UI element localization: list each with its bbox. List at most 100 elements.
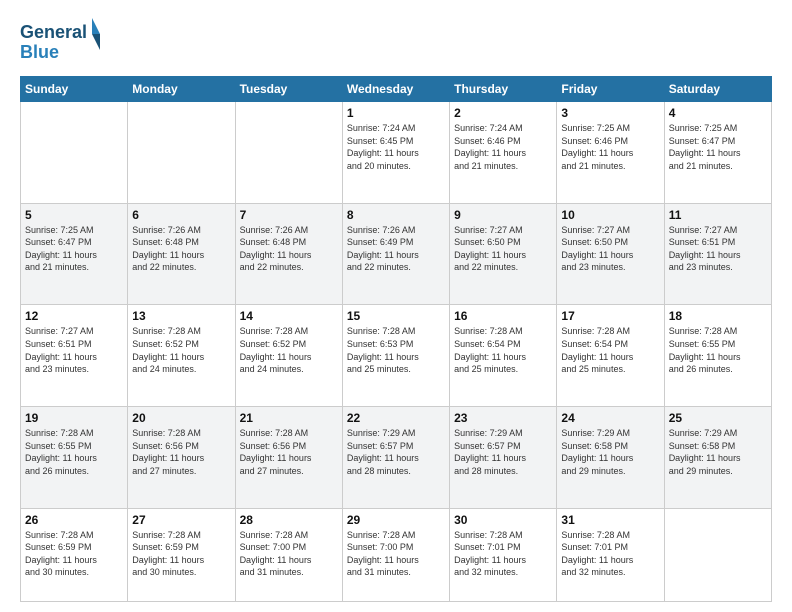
day-number: 10 — [561, 208, 659, 222]
day-info: Sunrise: 7:28 AMSunset: 6:54 PMDaylight:… — [561, 325, 659, 375]
day-info: Sunrise: 7:27 AMSunset: 6:50 PMDaylight:… — [561, 224, 659, 274]
day-info: Sunrise: 7:28 AMSunset: 7:01 PMDaylight:… — [454, 529, 552, 579]
calendar-cell: 29 Sunrise: 7:28 AMSunset: 7:00 PMDayligh… — [342, 508, 449, 601]
day-info: Sunrise: 7:26 AMSunset: 6:48 PMDaylight:… — [132, 224, 230, 274]
calendar-cell: 18 Sunrise: 7:28 AMSunset: 6:55 PMDayligh… — [664, 305, 771, 407]
calendar-cell: 27 Sunrise: 7:28 AMSunset: 6:59 PMDayligh… — [128, 508, 235, 601]
day-info: Sunrise: 7:26 AMSunset: 6:48 PMDaylight:… — [240, 224, 338, 274]
day-info: Sunrise: 7:25 AMSunset: 6:47 PMDaylight:… — [25, 224, 123, 274]
day-number: 31 — [561, 513, 659, 527]
calendar-header-tuesday: Tuesday — [235, 77, 342, 102]
day-info: Sunrise: 7:27 AMSunset: 6:51 PMDaylight:… — [669, 224, 767, 274]
day-info: Sunrise: 7:27 AMSunset: 6:50 PMDaylight:… — [454, 224, 552, 274]
calendar-header-thursday: Thursday — [450, 77, 557, 102]
calendar-cell: 30 Sunrise: 7:28 AMSunset: 7:01 PMDayligh… — [450, 508, 557, 601]
calendar-cell: 26Sunrise: 7:28 AMSunset: 6:59 PMDayligh… — [21, 508, 128, 601]
calendar-cell: 15 Sunrise: 7:28 AMSunset: 6:53 PMDayligh… — [342, 305, 449, 407]
calendar-cell: 12 Sunrise: 7:27 AMSunset: 6:51 PMDayligh… — [21, 305, 128, 407]
day-info: Sunrise: 7:28 AMSunset: 6:55 PMDaylight:… — [669, 325, 767, 375]
day-number: 20 — [132, 411, 230, 425]
day-number: 7 — [240, 208, 338, 222]
calendar-cell — [128, 102, 235, 204]
day-number: 18 — [669, 309, 767, 323]
calendar-week-row: 19 Sunrise: 7:28 AMSunset: 6:55 PMDayligh… — [21, 407, 772, 509]
day-info: Sunrise: 7:28 AMSunset: 7:00 PMDaylight:… — [240, 529, 338, 579]
calendar-cell: 31 Sunrise: 7:28 AMSunset: 7:01 PMDayligh… — [557, 508, 664, 601]
day-info: Sunrise: 7:28 AMSunset: 7:00 PMDaylight:… — [347, 529, 445, 579]
day-number: 16 — [454, 309, 552, 323]
calendar-cell: 11 Sunrise: 7:27 AMSunset: 6:51 PMDayligh… — [664, 203, 771, 305]
day-info: Sunrise: 7:28 AMSunset: 6:53 PMDaylight:… — [347, 325, 445, 375]
day-number: 30 — [454, 513, 552, 527]
calendar-cell: 22 Sunrise: 7:29 AMSunset: 6:57 PMDayligh… — [342, 407, 449, 509]
day-number: 6 — [132, 208, 230, 222]
calendar-cell: 1 Sunrise: 7:24 AMSunset: 6:45 PMDaylight… — [342, 102, 449, 204]
day-number: 28 — [240, 513, 338, 527]
calendar-header-friday: Friday — [557, 77, 664, 102]
svg-text:General: General — [20, 22, 87, 42]
day-info: Sunrise: 7:27 AMSunset: 6:51 PMDaylight:… — [25, 325, 123, 375]
day-number: 14 — [240, 309, 338, 323]
day-info: Sunrise: 7:28 AMSunset: 6:59 PMDaylight:… — [25, 529, 123, 579]
calendar-cell: 9 Sunrise: 7:27 AMSunset: 6:50 PMDaylight… — [450, 203, 557, 305]
day-number: 27 — [132, 513, 230, 527]
day-info: Sunrise: 7:25 AMSunset: 6:47 PMDaylight:… — [669, 122, 767, 172]
calendar-week-row: 12 Sunrise: 7:27 AMSunset: 6:51 PMDayligh… — [21, 305, 772, 407]
day-info: Sunrise: 7:29 AMSunset: 6:58 PMDaylight:… — [561, 427, 659, 477]
calendar-cell: 16Sunrise: 7:28 AMSunset: 6:54 PMDayligh… — [450, 305, 557, 407]
calendar-cell: 17 Sunrise: 7:28 AMSunset: 6:54 PMDayligh… — [557, 305, 664, 407]
day-number: 3 — [561, 106, 659, 120]
calendar-header-saturday: Saturday — [664, 77, 771, 102]
day-info: Sunrise: 7:28 AMSunset: 6:55 PMDaylight:… — [25, 427, 123, 477]
calendar-cell: 2 Sunrise: 7:24 AMSunset: 6:46 PMDaylight… — [450, 102, 557, 204]
day-info: Sunrise: 7:28 AMSunset: 6:52 PMDaylight:… — [240, 325, 338, 375]
calendar-cell: 4Sunrise: 7:25 AMSunset: 6:47 PMDaylight… — [664, 102, 771, 204]
day-info: Sunrise: 7:24 AMSunset: 6:45 PMDaylight:… — [347, 122, 445, 172]
day-number: 19 — [25, 411, 123, 425]
day-info: Sunrise: 7:28 AMSunset: 6:52 PMDaylight:… — [132, 325, 230, 375]
calendar-cell: 21 Sunrise: 7:28 AMSunset: 6:56 PMDayligh… — [235, 407, 342, 509]
day-info: Sunrise: 7:28 AMSunset: 6:56 PMDaylight:… — [240, 427, 338, 477]
day-info: Sunrise: 7:24 AMSunset: 6:46 PMDaylight:… — [454, 122, 552, 172]
day-number: 22 — [347, 411, 445, 425]
calendar-table: SundayMondayTuesdayWednesdayThursdayFrid… — [20, 76, 772, 602]
day-number: 12 — [25, 309, 123, 323]
day-number: 17 — [561, 309, 659, 323]
day-info: Sunrise: 7:28 AMSunset: 6:59 PMDaylight:… — [132, 529, 230, 579]
day-number: 21 — [240, 411, 338, 425]
day-number: 11 — [669, 208, 767, 222]
day-info: Sunrise: 7:25 AMSunset: 6:46 PMDaylight:… — [561, 122, 659, 172]
calendar-cell: 10 Sunrise: 7:27 AMSunset: 6:50 PMDayligh… — [557, 203, 664, 305]
calendar-week-row: 5 Sunrise: 7:25 AMSunset: 6:47 PMDaylight… — [21, 203, 772, 305]
calendar-header-wednesday: Wednesday — [342, 77, 449, 102]
calendar-cell: 3 Sunrise: 7:25 AMSunset: 6:46 PMDaylight… — [557, 102, 664, 204]
day-number: 29 — [347, 513, 445, 527]
day-number: 8 — [347, 208, 445, 222]
calendar-cell: 19 Sunrise: 7:28 AMSunset: 6:55 PMDayligh… — [21, 407, 128, 509]
day-number: 5 — [25, 208, 123, 222]
calendar-cell: 13 Sunrise: 7:28 AMSunset: 6:52 PMDayligh… — [128, 305, 235, 407]
day-number: 25 — [669, 411, 767, 425]
day-info: Sunrise: 7:28 AMSunset: 6:56 PMDaylight:… — [132, 427, 230, 477]
calendar-cell — [21, 102, 128, 204]
day-number: 24 — [561, 411, 659, 425]
calendar-week-row: 1 Sunrise: 7:24 AMSunset: 6:45 PMDaylight… — [21, 102, 772, 204]
day-number: 13 — [132, 309, 230, 323]
logo: General Blue — [20, 16, 102, 66]
calendar-cell: 7 Sunrise: 7:26 AMSunset: 6:48 PMDaylight… — [235, 203, 342, 305]
day-number: 1 — [347, 106, 445, 120]
calendar-week-row: 26Sunrise: 7:28 AMSunset: 6:59 PMDayligh… — [21, 508, 772, 601]
calendar-header-sunday: Sunday — [21, 77, 128, 102]
calendar-header-monday: Monday — [128, 77, 235, 102]
calendar-cell: 25 Sunrise: 7:29 AMSunset: 6:58 PMDayligh… — [664, 407, 771, 509]
day-info: Sunrise: 7:26 AMSunset: 6:49 PMDaylight:… — [347, 224, 445, 274]
day-number: 2 — [454, 106, 552, 120]
day-info: Sunrise: 7:29 AMSunset: 6:58 PMDaylight:… — [669, 427, 767, 477]
day-number: 9 — [454, 208, 552, 222]
day-info: Sunrise: 7:29 AMSunset: 6:57 PMDaylight:… — [347, 427, 445, 477]
calendar-cell: 5 Sunrise: 7:25 AMSunset: 6:47 PMDaylight… — [21, 203, 128, 305]
day-info: Sunrise: 7:28 AMSunset: 7:01 PMDaylight:… — [561, 529, 659, 579]
day-number: 15 — [347, 309, 445, 323]
calendar-cell: 14 Sunrise: 7:28 AMSunset: 6:52 PMDayligh… — [235, 305, 342, 407]
calendar-header-row: SundayMondayTuesdayWednesdayThursdayFrid… — [21, 77, 772, 102]
